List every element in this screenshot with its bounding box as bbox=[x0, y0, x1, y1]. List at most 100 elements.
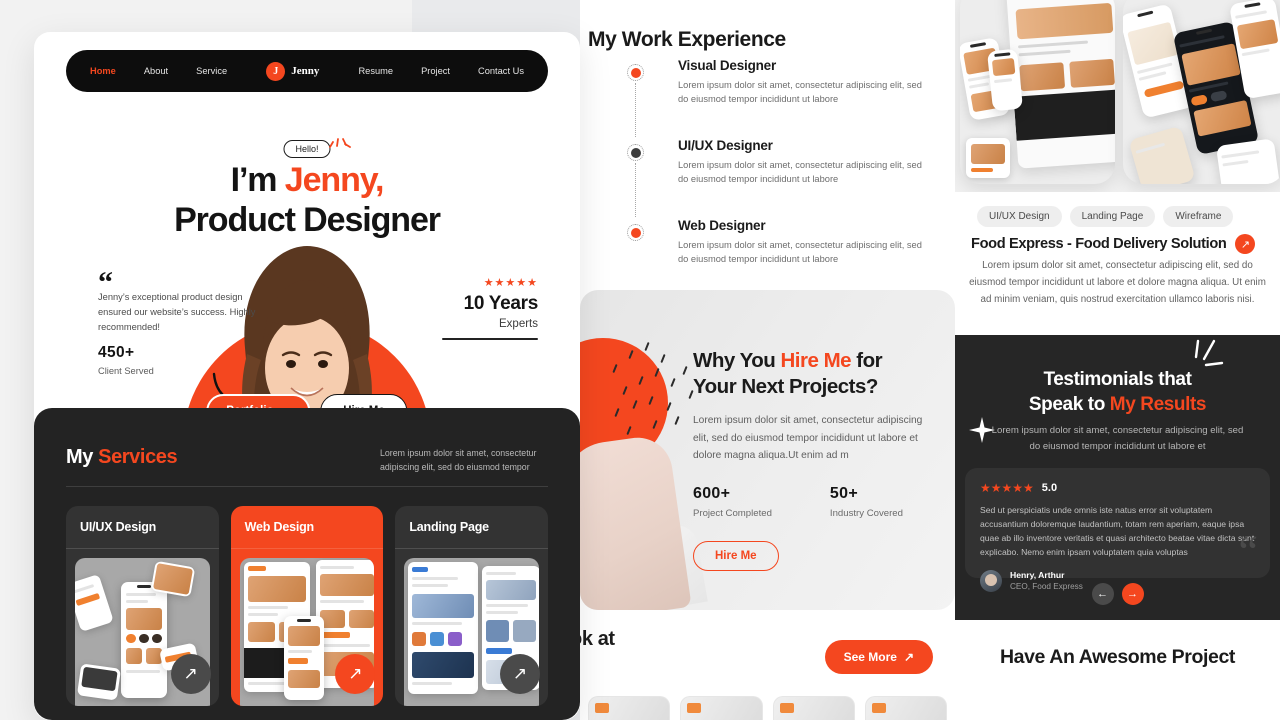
carousel-prev-button[interactable]: ← bbox=[1091, 583, 1114, 605]
testimonials-panel: Testimonials that Speak to My Results Lo… bbox=[955, 335, 1280, 620]
see-more-button[interactable]: See More ↗ bbox=[824, 640, 933, 674]
spark-lines-icon bbox=[329, 138, 351, 148]
hire-heading-line2: Your Next Projects? bbox=[693, 374, 878, 398]
hire-stat-number: 600+ bbox=[693, 484, 731, 502]
why-hire-me-heading: Why You Hire Me for Your Next Projects? bbox=[693, 348, 938, 399]
hello-badge: Hello! bbox=[283, 140, 331, 158]
why-hire-me-content: Why You Hire Me for Your Next Projects? … bbox=[693, 348, 938, 571]
portfolio-thumbnail[interactable] bbox=[588, 696, 671, 720]
project-mockup-showcase bbox=[955, 0, 1280, 192]
look-at-heading: ok at bbox=[580, 628, 615, 650]
design-showcase-canvas: My Work Experience Visual Designer Lorem… bbox=[0, 0, 1280, 720]
service-card-title: UI/UX Design bbox=[80, 520, 157, 534]
nav-links-left: Home About Service bbox=[90, 66, 227, 76]
project-mockup-card-web[interactable] bbox=[960, 0, 1115, 184]
website-mockup-frame bbox=[1005, 0, 1115, 169]
clients-served-label: Client Served bbox=[98, 366, 154, 376]
project-tag-row: UI/UX Design Landing Page Wireframe bbox=[955, 206, 1280, 227]
nav-link-service[interactable]: Service bbox=[196, 66, 227, 76]
timeline-connector bbox=[635, 83, 636, 137]
hire-stat-label: Project Completed bbox=[693, 507, 772, 519]
mockup-image-web bbox=[960, 0, 1115, 184]
testimonial-card: ★★★★★ 5.0 Sed ut perspiciatis unde omnis… bbox=[965, 468, 1270, 592]
project-title: Food Express - Food Delivery Solution bbox=[971, 236, 1227, 252]
project-mockup-card-mobile[interactable] bbox=[1123, 0, 1280, 184]
divider bbox=[230, 548, 384, 549]
service-card-uiux[interactable]: UI/UX Design ↗ bbox=[66, 506, 219, 706]
divider bbox=[442, 338, 538, 340]
work-role: UI/UX Designer bbox=[678, 138, 773, 153]
testimonial-rating: ★★★★★ 5.0 bbox=[980, 481, 1255, 495]
work-timeline-item: Web Designer Lorem ipsum dolor sit amet,… bbox=[620, 218, 950, 280]
experience-label: Experts bbox=[499, 318, 538, 330]
nav-links-right: Resume Project Contact Us bbox=[358, 66, 524, 76]
service-card-arrow-button[interactable]: ↗ bbox=[170, 654, 211, 694]
divider bbox=[66, 486, 548, 487]
logo-initial-icon: J bbox=[266, 61, 286, 81]
testimonials-heading: Testimonials that Speak to My Results bbox=[955, 367, 1280, 417]
services-panel: My Services Lorem ipsum dolor sit amet, … bbox=[34, 408, 580, 720]
project-tag[interactable]: Wireframe bbox=[1163, 206, 1234, 227]
portfolio-thumbnail[interactable] bbox=[772, 696, 855, 720]
cta-band: Have An Awesome Project bbox=[955, 620, 1280, 720]
work-timeline: Visual Designer Lorem ipsum dolor sit am… bbox=[620, 58, 950, 298]
portfolio-preview-band: ok at See More ↗ bbox=[580, 618, 955, 720]
hire-stat: 50+ Industry Covered bbox=[830, 485, 903, 519]
why-hire-me-panel: Why You Hire Me for Your Next Projects? … bbox=[580, 290, 955, 610]
testimonials-subtitle: Lorem ipsum dolor sit amet, consectetur … bbox=[991, 425, 1244, 452]
mockup-image-mobile bbox=[1123, 0, 1280, 184]
testimonial-author-name: Henry, Arthur bbox=[1010, 570, 1065, 581]
project-tag[interactable]: Landing Page bbox=[1069, 206, 1156, 227]
timeline-dot-icon bbox=[627, 144, 644, 161]
phone-mockup bbox=[1215, 138, 1280, 184]
service-card-arrow-button[interactable]: ↗ bbox=[500, 654, 541, 694]
hire-me-button[interactable]: Hire Me bbox=[693, 540, 779, 571]
portfolio-thumbnail-row bbox=[580, 696, 955, 720]
services-title: My Services bbox=[66, 446, 178, 469]
services-subtitle: Lorem ipsum dolor sit amet, consectetur … bbox=[380, 448, 537, 473]
work-description: Lorem ipsum dolor sit amet, consectetur … bbox=[678, 80, 922, 105]
nav-link-contact[interactable]: Contact Us bbox=[478, 66, 524, 76]
service-card-landingpage[interactable]: Landing Page ↗ bbox=[395, 506, 549, 706]
project-title-row: Food Express - Food Delivery Solution ↗ bbox=[955, 234, 1280, 254]
hire-heading-accent: Hire Me bbox=[780, 349, 852, 372]
nav-link-about[interactable]: About bbox=[144, 66, 168, 76]
portfolio-thumbnail[interactable] bbox=[864, 696, 947, 720]
hero-title-accent: Jenny, bbox=[284, 161, 385, 199]
card-mockup bbox=[966, 138, 1010, 178]
hero-testimonial-text: Jenny’s exceptional product design ensur… bbox=[98, 292, 256, 333]
star-rating-icon: ★★★★★ bbox=[483, 277, 538, 289]
service-card-title: Landing Page bbox=[409, 520, 489, 534]
nav-link-project[interactable]: Project bbox=[421, 66, 450, 76]
work-role: Web Designer bbox=[678, 218, 766, 233]
hire-stat-label: Industry Covered bbox=[829, 507, 903, 519]
nav-link-resume[interactable]: Resume bbox=[358, 66, 393, 76]
testimonial-carousel-nav: ← → bbox=[955, 583, 1280, 605]
brand-logo[interactable]: J Jenny bbox=[266, 61, 319, 81]
work-experience-title: My Work Experience bbox=[588, 28, 786, 51]
service-card-title: Web Design bbox=[244, 520, 315, 534]
work-timeline-item: UI/UX Designer Lorem ipsum dolor sit ame… bbox=[620, 138, 950, 217]
service-card-webdesign[interactable]: Web Design ↗ bbox=[230, 506, 384, 706]
nav-link-home[interactable]: Home bbox=[90, 66, 116, 76]
work-role: Visual Designer bbox=[678, 58, 777, 73]
carousel-next-button[interactable]: → bbox=[1121, 583, 1144, 605]
work-timeline-item: Visual Designer Lorem ipsum dolor sit am… bbox=[620, 58, 950, 137]
timeline-dot-icon bbox=[627, 224, 644, 241]
why-hire-me-description: Lorem ipsum dolor sit amet, consectetur … bbox=[693, 415, 923, 462]
work-experience-panel: My Work Experience Visual Designer Lorem… bbox=[580, 0, 955, 310]
project-tag[interactable]: UI/UX Design bbox=[977, 206, 1062, 227]
hire-stats-row: 600+ Project Completed 50+ Industry Cove… bbox=[693, 485, 938, 519]
divider bbox=[66, 548, 219, 549]
hire-heading-part-a: Why You bbox=[693, 349, 781, 372]
experience-years: 10 Years bbox=[463, 293, 539, 314]
arrow-up-right-icon[interactable]: ↗ bbox=[1235, 234, 1256, 254]
hero-title-line2: Product Designer bbox=[174, 201, 441, 240]
clients-served-count: 450+ bbox=[98, 344, 135, 361]
pointing-hand-illustration bbox=[580, 433, 692, 610]
see-more-label: See More bbox=[843, 650, 897, 664]
experience-block: ★★★★★ 10 Years Experts bbox=[442, 276, 538, 340]
timeline-connector bbox=[635, 163, 636, 217]
testimonials-heading-line2: Speak to bbox=[1028, 394, 1110, 416]
portfolio-thumbnail[interactable] bbox=[680, 696, 763, 720]
